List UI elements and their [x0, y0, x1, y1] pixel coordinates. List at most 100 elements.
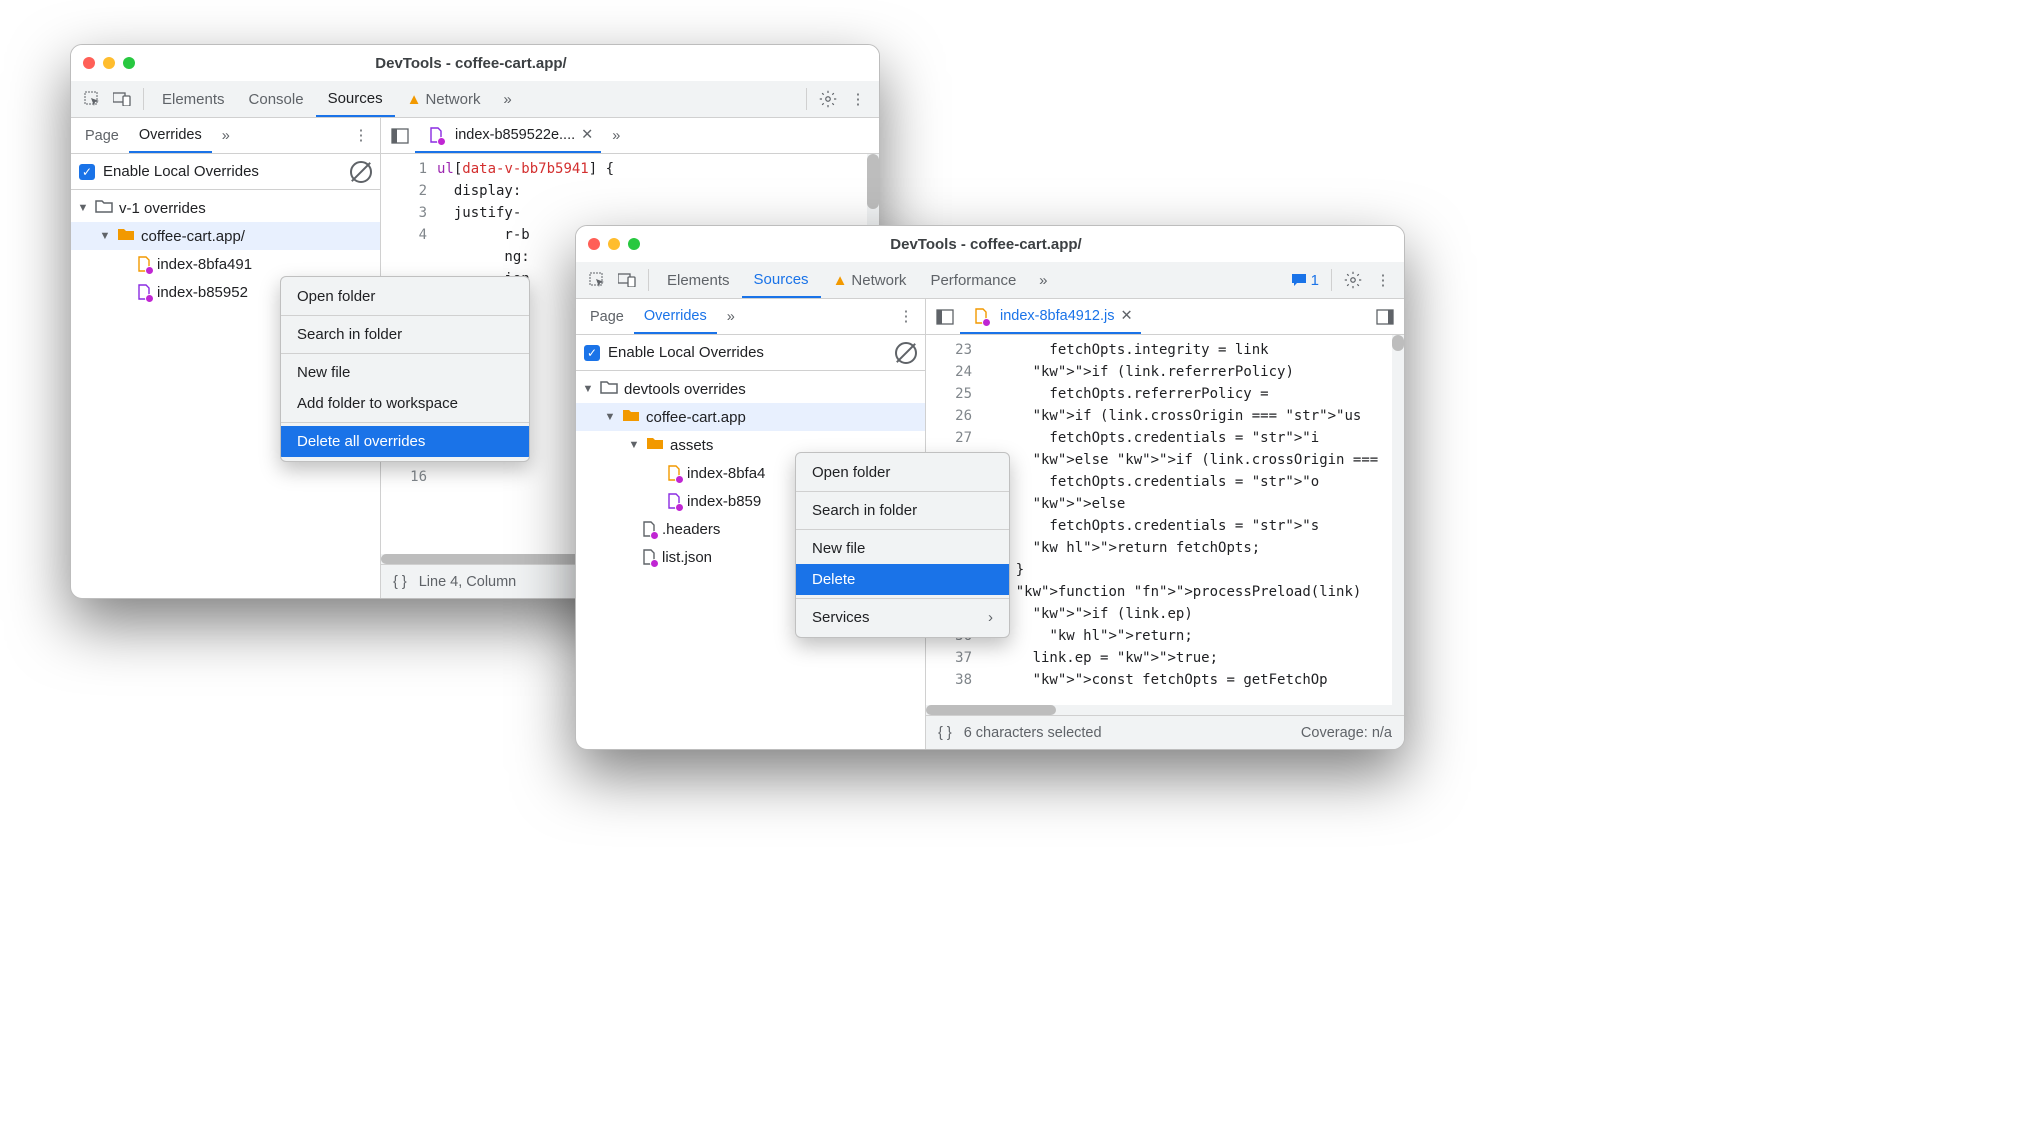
minimize-window-icon[interactable]: [608, 238, 620, 250]
file-icon: [429, 127, 443, 143]
more-tabs-icon[interactable]: »: [492, 84, 522, 114]
context-menu-folder: Open folder Search in folder New file Ad…: [280, 276, 530, 462]
tree-label: .headers: [662, 521, 720, 538]
tab-console[interactable]: Console: [237, 81, 316, 117]
selection-status: 6 characters selected: [964, 725, 1102, 741]
editor-tab-active[interactable]: index-8bfa4912.js ✕: [960, 299, 1141, 334]
messages-count: 1: [1311, 272, 1319, 289]
more-files-icon[interactable]: »: [601, 121, 631, 151]
file-icon: [667, 493, 681, 509]
ctx-services[interactable]: Services›: [796, 602, 1009, 633]
file-icon: [137, 256, 151, 272]
clear-overrides-icon[interactable]: [350, 161, 372, 183]
tree-root[interactable]: ▼ devtools overrides: [576, 375, 925, 403]
folder-icon: [95, 199, 113, 217]
device-toggle-icon[interactable]: [612, 265, 642, 295]
sidebar-tabs: Page Overrides » ⋮: [71, 118, 380, 154]
ctx-delete[interactable]: Delete: [796, 564, 1009, 595]
sidebar-kebab-icon[interactable]: ⋮: [891, 302, 921, 332]
clear-overrides-icon[interactable]: [895, 342, 917, 364]
minimize-window-icon[interactable]: [103, 57, 115, 69]
ctx-new-file[interactable]: New file: [796, 533, 1009, 564]
close-tab-icon[interactable]: ✕: [581, 127, 593, 143]
device-toggle-icon[interactable]: [107, 84, 137, 114]
window-title: DevTools - coffee-cart.app/: [135, 55, 807, 72]
editor-tabs: index-b859522e.... ✕ »: [381, 118, 879, 154]
editor-tabs: index-8bfa4912.js ✕: [926, 299, 1404, 335]
tree-label: index-8bfa4: [687, 465, 765, 482]
ctx-open-folder[interactable]: Open folder: [281, 281, 529, 312]
file-icon: [642, 521, 656, 537]
tab-network[interactable]: ▲Network: [821, 262, 919, 298]
enable-overrides-checkbox[interactable]: ✓: [79, 164, 95, 180]
inspect-icon[interactable]: [582, 265, 612, 295]
inspect-icon[interactable]: [77, 84, 107, 114]
close-tab-icon[interactable]: ✕: [1120, 308, 1132, 324]
tree-folder-domain[interactable]: ▼ coffee-cart.app: [576, 403, 925, 431]
tree-label: v-1 overrides: [119, 200, 206, 217]
titlebar: DevTools - coffee-cart.app/: [576, 226, 1404, 262]
side-tab-page[interactable]: Page: [75, 118, 129, 153]
file-icon: [642, 549, 656, 565]
panel-toggle-right-icon[interactable]: [1370, 302, 1400, 332]
more-tabs-icon[interactable]: »: [1028, 265, 1058, 295]
braces-icon[interactable]: { }: [393, 574, 407, 590]
file-icon: [137, 284, 151, 300]
tab-elements[interactable]: Elements: [150, 81, 237, 117]
ctx-add-folder[interactable]: Add folder to workspace: [281, 388, 529, 419]
close-window-icon[interactable]: [588, 238, 600, 250]
tree-file[interactable]: index-8bfa491: [71, 250, 380, 278]
editor-tab-label: index-8bfa4912.js: [1000, 308, 1114, 324]
folder-open-icon: [622, 408, 640, 426]
cursor-position: Line 4, Column: [419, 574, 517, 590]
ctx-search-folder[interactable]: Search in folder: [281, 319, 529, 350]
ctx-new-file[interactable]: New file: [281, 357, 529, 388]
maximize-window-icon[interactable]: [123, 57, 135, 69]
side-tab-page[interactable]: Page: [580, 299, 634, 334]
side-tab-more-icon[interactable]: »: [212, 118, 240, 153]
coverage-status: Coverage: n/a: [1301, 725, 1392, 741]
tab-network[interactable]: ▲Network: [395, 81, 493, 117]
side-tab-more-icon[interactable]: »: [717, 299, 745, 334]
enable-overrides-checkbox[interactable]: ✓: [584, 345, 600, 361]
tab-sources[interactable]: Sources: [316, 81, 395, 117]
editor-tab-label: index-b859522e....: [455, 127, 575, 143]
settings-icon[interactable]: [1338, 265, 1368, 295]
folder-open-icon: [646, 436, 664, 454]
enable-overrides-label: Enable Local Overrides: [103, 163, 259, 180]
kebab-icon[interactable]: ⋮: [1368, 265, 1398, 295]
close-window-icon[interactable]: [83, 57, 95, 69]
scrollbar-vertical[interactable]: [1392, 335, 1404, 705]
panel-toggle-left-icon[interactable]: [930, 302, 960, 332]
chevron-right-icon: ›: [988, 609, 993, 626]
braces-icon[interactable]: { }: [938, 725, 952, 741]
sidebar-kebab-icon[interactable]: ⋮: [346, 121, 376, 151]
tree-label: assets: [670, 437, 713, 454]
tab-sources[interactable]: Sources: [742, 262, 821, 298]
ctx-delete-all-overrides[interactable]: Delete all overrides: [281, 426, 529, 457]
tab-elements[interactable]: Elements: [655, 262, 742, 298]
kebab-icon[interactable]: ⋮: [843, 84, 873, 114]
titlebar: DevTools - coffee-cart.app/: [71, 45, 879, 81]
enable-overrides-row: ✓ Enable Local Overrides: [576, 335, 925, 371]
ctx-open-folder[interactable]: Open folder: [796, 457, 1009, 488]
tree-root[interactable]: ▼ v-1 overrides: [71, 194, 380, 222]
folder-open-icon: [117, 227, 135, 245]
messages-badge[interactable]: 1: [1285, 272, 1325, 289]
side-tab-overrides[interactable]: Overrides: [129, 118, 212, 153]
scrollbar-horizontal[interactable]: [926, 705, 1404, 715]
tree-folder-domain[interactable]: ▼ coffee-cart.app/: [71, 222, 380, 250]
tree-label: devtools overrides: [624, 381, 746, 398]
tree-label: index-b85952: [157, 284, 248, 301]
chat-icon: [1291, 273, 1307, 287]
maximize-window-icon[interactable]: [628, 238, 640, 250]
tab-performance[interactable]: Performance: [918, 262, 1028, 298]
side-tab-overrides[interactable]: Overrides: [634, 299, 717, 334]
panel-toggle-left-icon[interactable]: [385, 121, 415, 151]
warning-icon: ▲: [407, 91, 422, 108]
ctx-search-folder[interactable]: Search in folder: [796, 495, 1009, 526]
settings-icon[interactable]: [813, 84, 843, 114]
folder-icon: [600, 380, 618, 398]
status-bar: { } 6 characters selected Coverage: n/a: [926, 715, 1404, 749]
editor-tab-active[interactable]: index-b859522e.... ✕: [415, 118, 601, 153]
